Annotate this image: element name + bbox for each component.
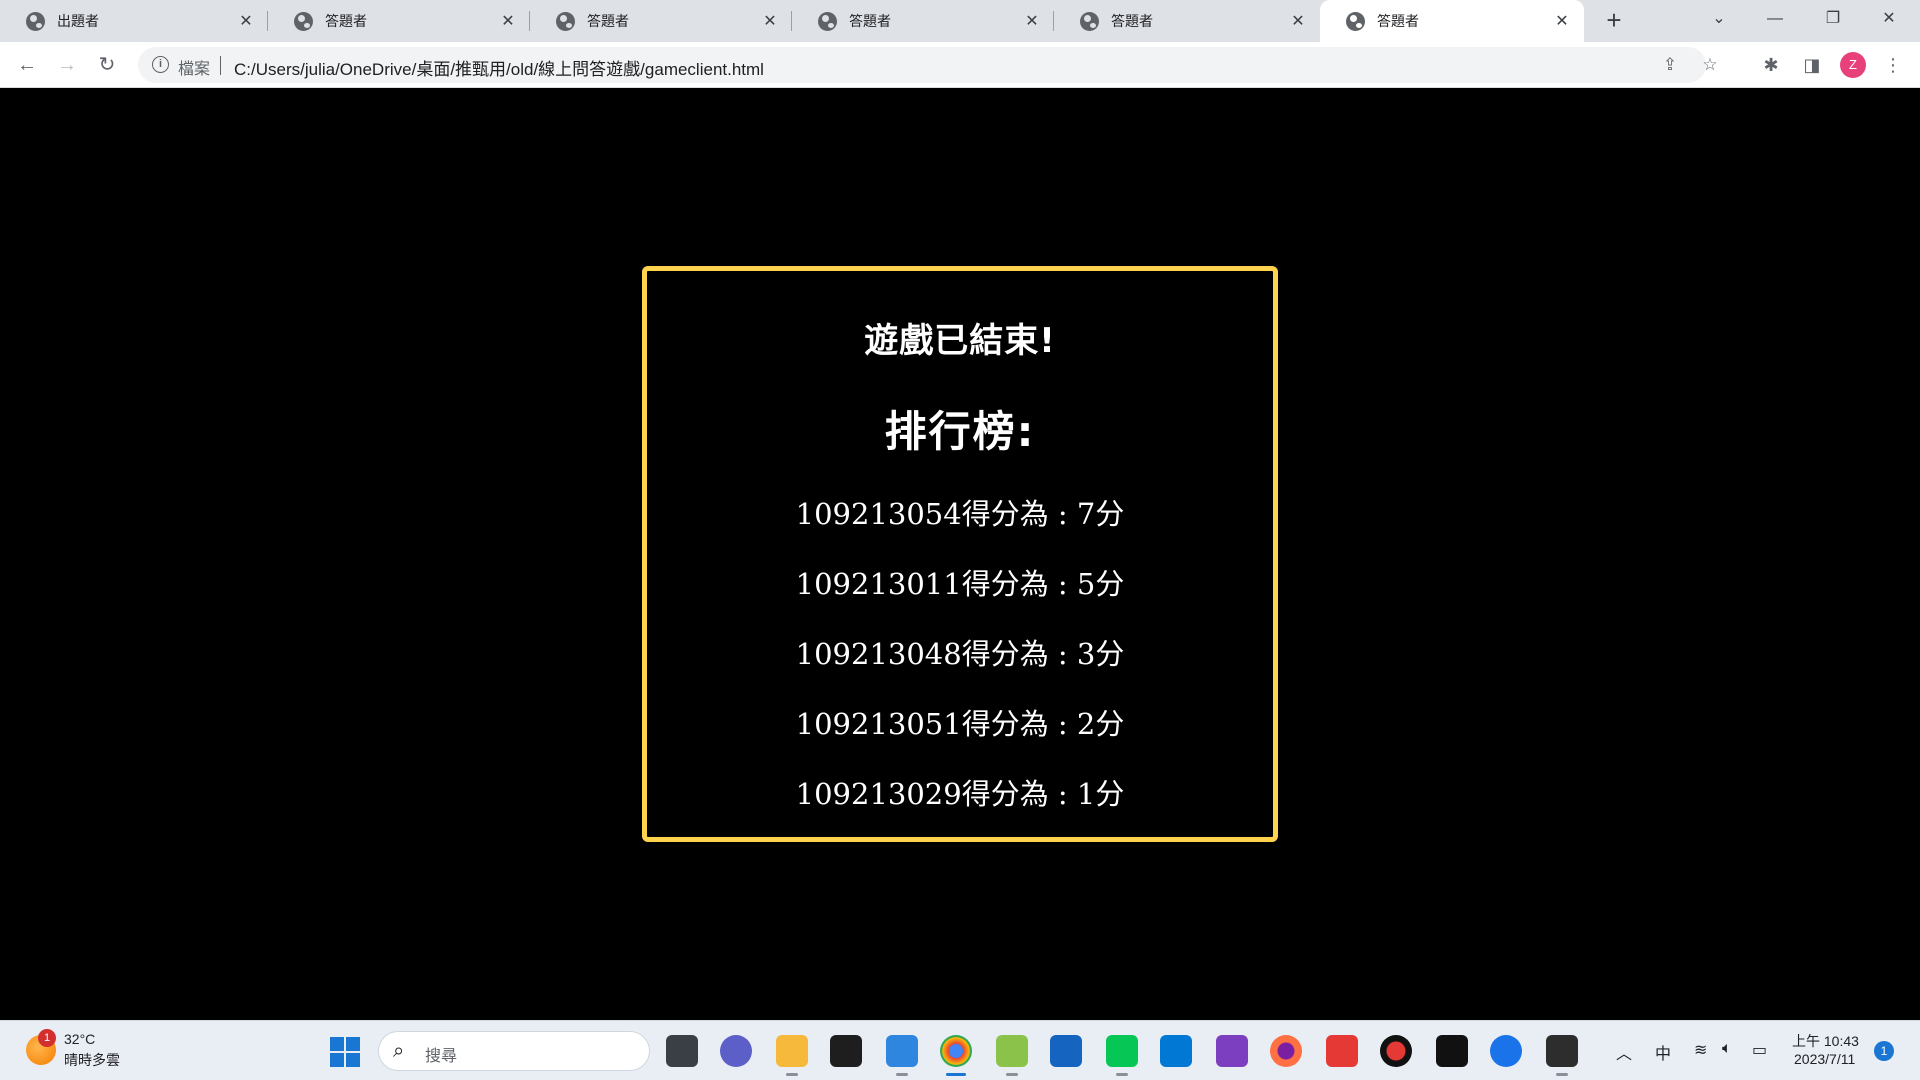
new-tab-button[interactable]: + <box>1598 6 1630 36</box>
windows-logo-tile <box>330 1053 344 1067</box>
windows-logo-tile <box>330 1037 344 1051</box>
terminal-icon[interactable] <box>1546 1035 1578 1076</box>
tab-5[interactable]: 答題者 ✕ <box>1054 0 1320 42</box>
globe-icon <box>1080 11 1099 31</box>
omnibox-divider <box>220 56 221 75</box>
tab-title: 答題者 <box>1111 13 1153 29</box>
tab-title: 答題者 <box>587 13 629 29</box>
share-icon[interactable]: ⇪ <box>1658 53 1682 77</box>
globe-icon <box>26 11 45 31</box>
tab-3[interactable]: 答題者 ✕ <box>530 0 792 42</box>
battery-icon[interactable]: ▭ <box>1752 1040 1767 1060</box>
minimize-button[interactable]: — <box>1752 0 1798 38</box>
anydesk-icon[interactable] <box>1326 1035 1358 1067</box>
game-over-title: 遊戲已結束! <box>864 321 1056 361</box>
leaderboard-entry: 109213054得分為 : 7分 <box>795 497 1125 531</box>
ime-indicator[interactable]: 中 <box>1655 1040 1671 1064</box>
globe-icon <box>556 11 575 31</box>
wifi-icon[interactable]: ≋ <box>1694 1040 1707 1060</box>
tab-title: 答題者 <box>1377 13 1419 29</box>
leaderboard-list: 109213054得分為 : 7分 109213011得分為 : 5分 1092… <box>647 489 1273 839</box>
maps-pin-icon[interactable] <box>1490 1035 1522 1067</box>
teams-chat-icon[interactable] <box>720 1035 752 1067</box>
globe-icon <box>294 11 313 31</box>
tab-search-chevron-icon[interactable]: ⌄ <box>1696 0 1742 38</box>
obs-record-icon[interactable] <box>1380 1035 1412 1067</box>
extensions-puzzle-icon[interactable]: ✱ <box>1756 50 1786 80</box>
close-icon[interactable]: ✕ <box>1552 11 1572 31</box>
tab-4[interactable]: 答題者 ✕ <box>792 0 1054 42</box>
weather-description[interactable]: 晴時多雲 <box>64 1050 120 1070</box>
command-prompt-icon[interactable] <box>830 1035 862 1067</box>
globe-icon <box>818 11 837 31</box>
tab-2[interactable]: 答題者 ✕ <box>268 0 530 42</box>
start-button[interactable] <box>330 1037 360 1067</box>
forward-arrow-icon[interactable]: → <box>52 50 82 80</box>
search-placeholder: 搜尋 <box>425 1048 458 1065</box>
clock-time[interactable]: 上午 10:43 <box>1792 1031 1859 1051</box>
image-editor-icon[interactable] <box>996 1035 1028 1076</box>
more-menu-icon[interactable]: ⋮ <box>1878 50 1908 80</box>
capcut-icon[interactable] <box>1436 1035 1468 1067</box>
reload-icon[interactable]: ↻ <box>92 50 122 80</box>
globe-icon <box>1346 11 1365 31</box>
window-close-button[interactable]: ✕ <box>1866 0 1912 38</box>
tab-6-active[interactable]: 答題者 ✕ <box>1320 0 1584 42</box>
browser-toolbar: ← → ↻ i 檔案 C:/Users/julia/OneDrive/桌面/推甄… <box>0 42 1920 88</box>
back-arrow-icon[interactable]: ← <box>12 50 42 80</box>
taskbar: 1 32°C 晴時多雲 ⌕ 搜尋 ︿ 中 ≋ 🔈︎ ▭ 上午 10:43 202… <box>0 1020 1920 1080</box>
leaderboard-title: 排行榜: <box>884 407 1036 456</box>
leaderboard-entry: 109213048得分為 : 3分 <box>795 637 1125 671</box>
page-content: 遊戲已結束! 排行榜: 109213054得分為 : 7分 109213011得… <box>0 88 1920 1020</box>
vscode-icon[interactable] <box>1160 1035 1192 1067</box>
notepad-icon[interactable] <box>886 1035 918 1076</box>
visual-studio-icon[interactable] <box>1216 1035 1248 1067</box>
volume-icon[interactable]: 🔈︎ <box>1722 1040 1732 1058</box>
close-icon[interactable]: ✕ <box>498 11 518 31</box>
taskbar-search-box[interactable]: ⌕ 搜尋 <box>378 1031 650 1071</box>
close-icon[interactable]: ✕ <box>760 11 780 31</box>
url-text[interactable]: C:/Users/julia/OneDrive/桌面/推甄用/old/線上問答遊… <box>234 55 764 80</box>
address-bar[interactable]: i 檔案 C:/Users/julia/OneDrive/桌面/推甄用/old/… <box>138 47 1718 83</box>
info-icon[interactable]: i <box>152 56 169 73</box>
scheme-label: 檔案 <box>178 61 211 78</box>
weather-temperature[interactable]: 32°C <box>64 1031 95 1047</box>
tab-title: 答題者 <box>325 13 367 29</box>
profile-avatar[interactable]: Z <box>1840 52 1866 78</box>
line-icon[interactable] <box>1106 1035 1138 1076</box>
search-icon: ⌕ <box>393 1040 405 1062</box>
bookmark-star-icon[interactable]: ☆ <box>1698 53 1722 77</box>
windows-logo-tile <box>346 1037 360 1051</box>
leaderboard-entry: 109213029得分為 : 1分 <box>795 777 1125 811</box>
task-view-icon[interactable] <box>666 1035 698 1067</box>
firefox-icon[interactable] <box>1270 1035 1302 1067</box>
tab-strip: 出題者 ✕ 答題者 ✕ 答題者 ✕ 答題者 ✕ 答題者 ✕ 答題者 ✕ + ⌄ … <box>0 0 1920 42</box>
wireshark-icon[interactable] <box>1050 1035 1082 1067</box>
close-icon[interactable]: ✕ <box>1022 11 1042 31</box>
side-panel-icon[interactable]: ◨ <box>1797 50 1827 80</box>
close-icon[interactable]: ✕ <box>236 11 256 31</box>
leaderboard-entry: 109213011得分為 : 5分 <box>795 567 1125 601</box>
chrome-icon[interactable] <box>940 1035 972 1076</box>
clock-date[interactable]: 2023/7/11 <box>1794 1051 1855 1067</box>
tab-title: 答題者 <box>849 13 891 29</box>
windows-logo-tile <box>346 1053 360 1067</box>
weather-alert-badge: 1 <box>38 1029 56 1047</box>
tab-1[interactable]: 出題者 ✕ <box>0 0 268 42</box>
tab-title: 出題者 <box>57 13 99 29</box>
close-icon[interactable]: ✕ <box>1288 11 1308 31</box>
file-explorer-icon[interactable] <box>776 1035 808 1076</box>
notification-badge[interactable]: 1 <box>1874 1041 1894 1061</box>
leaderboard-entry: 109213051得分為 : 2分 <box>795 707 1125 741</box>
restore-button[interactable]: ❐ <box>1810 0 1856 38</box>
game-over-panel: 遊戲已結束! 排行榜: 109213054得分為 : 7分 109213011得… <box>642 266 1278 842</box>
tray-overflow-chevron-icon[interactable]: ︿ <box>1616 1040 1632 1064</box>
